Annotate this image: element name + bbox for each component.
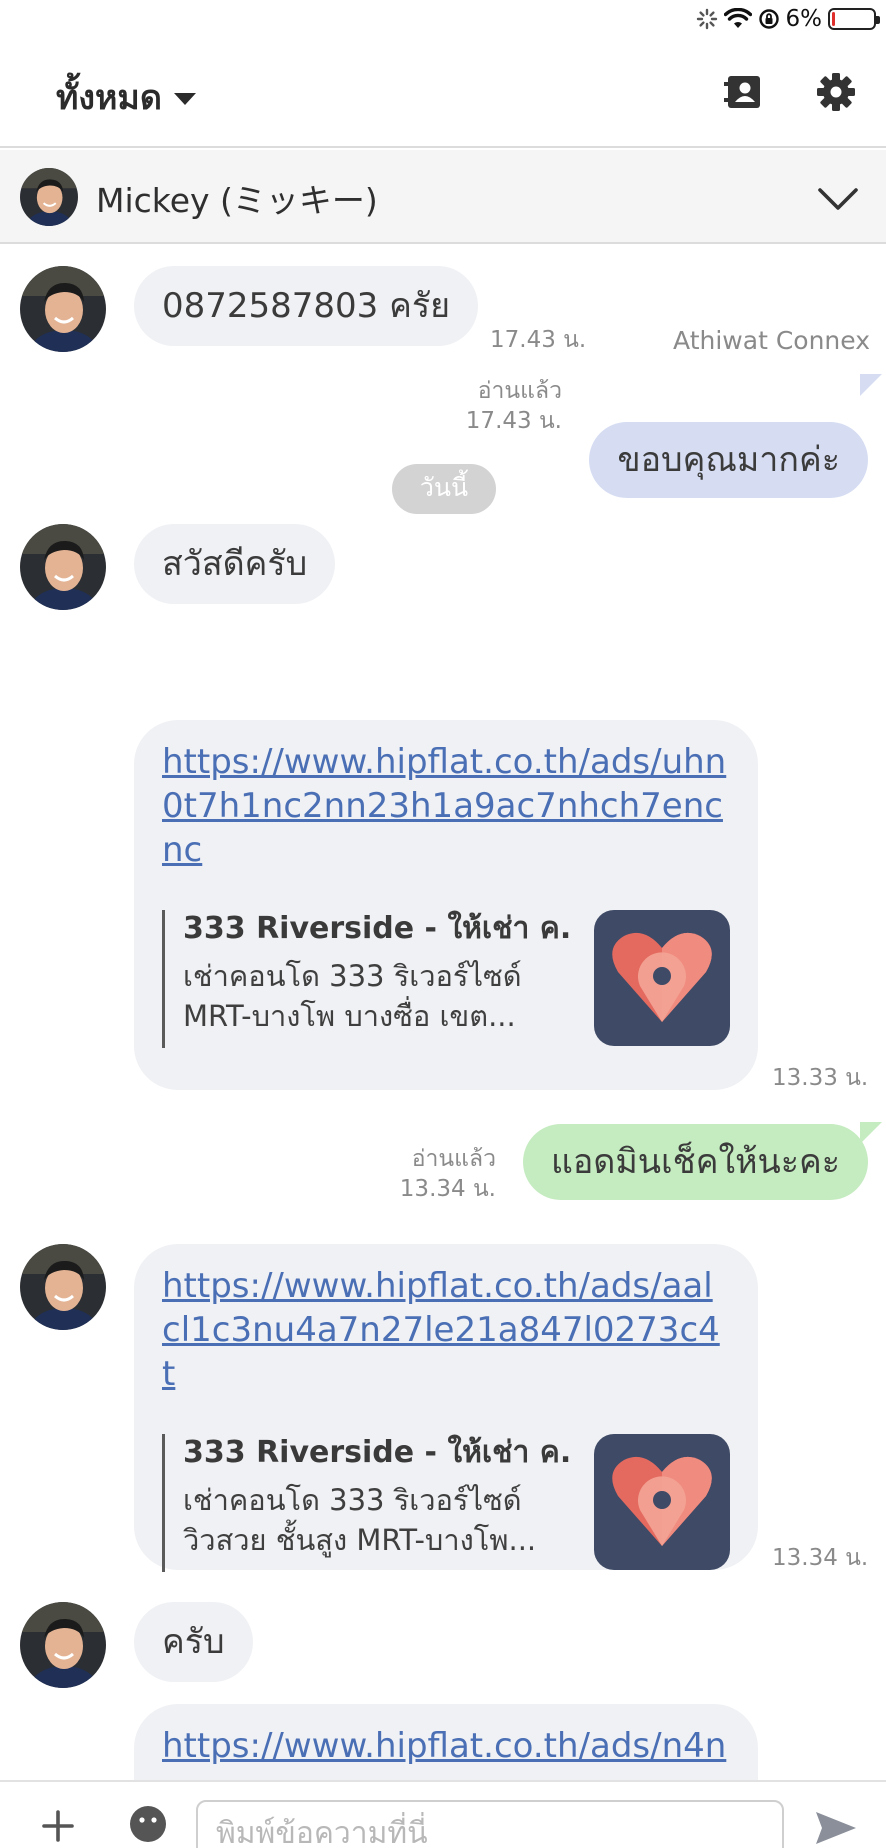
plus-icon[interactable] xyxy=(40,1808,76,1844)
message-bubble[interactable]: 0872587803 ครัย xyxy=(134,266,479,346)
battery-icon xyxy=(828,8,880,30)
message-bubble[interactable]: ครับ xyxy=(134,1602,253,1682)
battery-fill xyxy=(832,12,835,26)
battery-percent: 6% xyxy=(785,6,823,32)
message-time: 17.43 น. xyxy=(490,327,587,353)
message-input[interactable] xyxy=(198,1802,782,1848)
read-receipt: อ่านแล้ว 17.43 น. xyxy=(466,376,562,436)
status-icons: 6% xyxy=(696,6,880,32)
avatar[interactable] xyxy=(20,1244,106,1330)
link-preview[interactable]: 333 Riverside - ให้เช่า ค... เช่าคอนโด 3… xyxy=(162,910,730,1048)
top-header: ทั้งหมด xyxy=(0,40,886,148)
avatar[interactable] xyxy=(20,266,106,352)
contact-avatar xyxy=(20,168,78,226)
message-text: แอดมินเช็คให้นะคะ xyxy=(550,1142,840,1182)
bubble-tail xyxy=(860,1122,882,1144)
message-input-box[interactable] xyxy=(196,1800,784,1848)
message-time: 17.43 น. xyxy=(465,408,562,434)
link-preview-title: 333 Riverside - ให้เช่า ค... xyxy=(183,1435,572,1470)
read-label: อ่านแล้ว xyxy=(411,1146,496,1172)
read-receipt: อ่านแล้ว 13.34 น. xyxy=(400,1144,496,1204)
link-preview-description: เช่าคอนโด 333 ริเวอร์ไซด์ MRT-บางโพ บางซ… xyxy=(183,959,522,1033)
message-input-bar xyxy=(0,1780,886,1848)
gear-icon[interactable] xyxy=(814,70,858,114)
message-time: 13.34 น. xyxy=(399,1176,496,1202)
contact-name: Mickey (ミッキー) xyxy=(96,181,378,220)
wifi-icon xyxy=(723,8,752,28)
send-icon[interactable] xyxy=(814,1808,858,1848)
header-title: ทั้งหมด xyxy=(56,78,162,118)
rotation-lock-icon xyxy=(758,9,779,29)
message-text: สวัสดีครับ xyxy=(162,544,308,584)
emoji-icon[interactable] xyxy=(128,1804,168,1844)
message-bubble[interactable]: สวัสดีครับ xyxy=(134,524,336,604)
message-link[interactable]: https://www.hipflat.co.th/ads/aalcl1c3nu… xyxy=(162,1264,730,1396)
message-bubble[interactable]: ขอบคุณมากค่ะ xyxy=(589,422,868,498)
caret-down-icon xyxy=(173,93,196,105)
avatar[interactable] xyxy=(20,1602,106,1688)
loading-icon xyxy=(696,8,717,30)
link-preview-description: เช่าคอนโด 333 ริเวอร์ไซด์ วิวสวย ชั้นสูง… xyxy=(183,1483,537,1557)
message-text: ขอบคุณมากค่ะ xyxy=(617,440,840,480)
status-bar: 6% xyxy=(0,0,886,40)
contacts-book-icon[interactable] xyxy=(722,70,766,114)
hipflat-logo-icon xyxy=(594,910,730,1046)
link-preview[interactable]: 333 Riverside - ให้เช่า ค... เช่าคอนโด 3… xyxy=(162,1434,730,1572)
message-link[interactable]: https://www.hipflat.co.th/ads/n4n xyxy=(162,1724,730,1768)
message-time: 13.33 น. xyxy=(772,1065,869,1091)
date-separator: วันนี้ xyxy=(392,464,496,514)
message-text: ครับ xyxy=(162,1622,225,1662)
contact-bar[interactable]: Mickey (ミッキー) xyxy=(0,150,886,244)
avatar[interactable] xyxy=(20,524,106,610)
chat-filter-dropdown[interactable]: ทั้งหมด xyxy=(56,70,196,124)
hipflat-logo-icon xyxy=(594,1434,730,1570)
message-time: 13.34 น. xyxy=(772,1545,869,1571)
chat-screen: 6% ทั้งหมด Mickey (ミッキー) 0872587803 ครัย… xyxy=(0,0,886,1848)
link-message-card[interactable]: https://www.hipflat.co.th/ads/uhn0t7h1nc… xyxy=(134,720,758,1090)
message-text: 0872587803 ครัย xyxy=(162,286,451,326)
bubble-tail xyxy=(860,374,882,396)
sender-name: Athiwat Connex xyxy=(673,326,870,355)
message-link[interactable]: https://www.hipflat.co.th/ads/uhn0t7h1nc… xyxy=(162,740,730,872)
link-preview-text: 333 Riverside - ให้เช่า ค... เช่าคอนโด 3… xyxy=(162,1434,572,1572)
link-preview-title: 333 Riverside - ให้เช่า ค... xyxy=(183,911,572,946)
chevron-down-icon[interactable] xyxy=(816,176,860,220)
link-message-card[interactable]: https://www.hipflat.co.th/ads/n4n xyxy=(134,1704,758,1780)
link-preview-text: 333 Riverside - ให้เช่า ค... เช่าคอนโด 3… xyxy=(162,910,572,1048)
link-message-card[interactable]: https://www.hipflat.co.th/ads/aalcl1c3nu… xyxy=(134,1244,758,1572)
read-label: อ่านแล้ว xyxy=(477,378,562,404)
message-bubble[interactable]: แอดมินเช็คให้นะคะ xyxy=(522,1124,868,1200)
message-list[interactable]: 0872587803 ครัย 17.43 น. Athiwat Connex … xyxy=(0,246,886,1780)
